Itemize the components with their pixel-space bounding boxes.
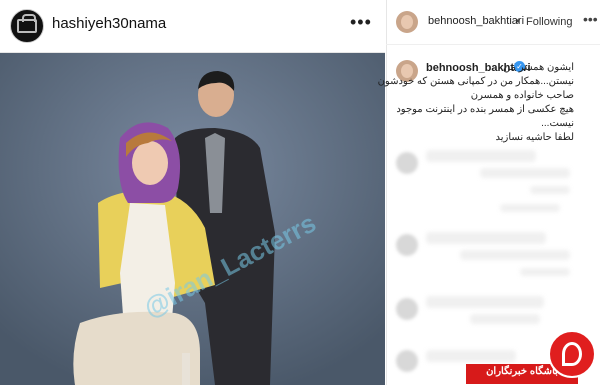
photo-illustration: @iran_Lacterrs <box>0 53 385 385</box>
post-more-options-icon[interactable]: ••• <box>350 12 372 33</box>
header-separator: • <box>516 14 521 28</box>
caption-line: ایشون همسر من <box>502 62 574 73</box>
blurred-comment <box>426 150 536 162</box>
following-button[interactable]: Following <box>526 16 572 28</box>
comments-more-options-icon[interactable]: ••• <box>583 11 598 27</box>
caption-line: نیستن...همکار من در کمپانی هستن که خودشو… <box>377 76 574 87</box>
post-author-avatar[interactable] <box>10 9 44 43</box>
avatar-face-icon <box>401 15 413 29</box>
blurred-comment-avatar <box>396 152 418 174</box>
header-username[interactable]: behnoosh_bakhtiari <box>428 15 524 27</box>
blurred-comment-avatar <box>396 350 418 372</box>
post-author-username[interactable]: hashiyeh30nama <box>52 15 166 32</box>
blurred-comment <box>426 350 516 362</box>
blurred-comment <box>480 168 570 178</box>
caption-line: صاحب خانواده و همسرن <box>470 90 574 101</box>
blurred-comment <box>470 314 540 324</box>
blurred-comment <box>460 250 570 260</box>
blurred-comment <box>500 204 560 212</box>
caption-line: نیست... <box>541 118 574 129</box>
camera-icon <box>17 14 37 33</box>
blurred-comment <box>426 296 544 308</box>
caption-line: هیچ عکسی از همسر بنده در اینترنت موجود <box>396 104 574 115</box>
blurred-comment <box>530 186 570 194</box>
post-photo[interactable]: @iran_Lacterrs <box>0 53 385 385</box>
blurred-comment-avatar <box>396 298 418 320</box>
blurred-comment-avatar <box>396 234 418 256</box>
woman-skirt <box>73 311 200 385</box>
news-agency-logo-icon <box>548 330 596 378</box>
header-user-avatar[interactable] <box>396 11 418 33</box>
caption-line: لطفا حاشیه نسازید <box>495 132 574 143</box>
blurred-comment <box>520 268 570 276</box>
blurred-comment <box>426 232 546 244</box>
